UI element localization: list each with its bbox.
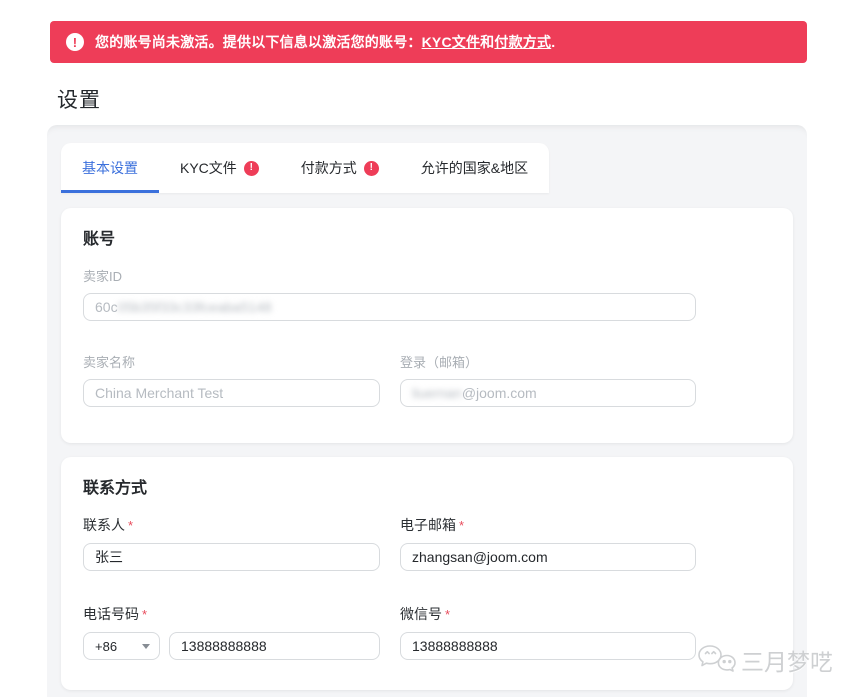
required-mark: * bbox=[445, 607, 451, 622]
tab-kyc-files[interactable]: KYC文件 ! bbox=[159, 143, 280, 193]
label-text: 电话号码 bbox=[83, 606, 139, 622]
contact-heading: 联系方式 bbox=[83, 480, 148, 497]
page-title: 设置 bbox=[57, 89, 101, 112]
payment-method-link[interactable]: 付款方式 bbox=[494, 32, 551, 52]
tab-basic-settings[interactable]: 基本设置 bbox=[61, 143, 159, 193]
tab-label: 允许的国家&地区 bbox=[420, 160, 529, 176]
settings-tab-bar: 基本设置 KYC文件 ! 付款方式 ! 允许的国家&地区 bbox=[61, 143, 550, 193]
alert-exclamation-icon: ! bbox=[66, 33, 84, 51]
settings-panel: 基本设置 KYC文件 ! 付款方式 ! 允许的国家&地区 账号 卖家ID 60c… bbox=[47, 125, 807, 697]
wechat-icon bbox=[698, 645, 736, 672]
required-mark: * bbox=[128, 518, 134, 533]
account-heading: 账号 bbox=[83, 231, 116, 248]
chevron-down-icon bbox=[142, 643, 150, 649]
tab-allowed-countries[interactable]: 允许的国家&地区 bbox=[400, 143, 549, 193]
wechat-id-label: 微信号 * bbox=[400, 604, 696, 624]
seller-name-value: China Merchant Test bbox=[95, 385, 224, 401]
required-mark: * bbox=[459, 518, 465, 533]
label-text: 联系人 bbox=[83, 517, 125, 533]
seller-name-field: China Merchant Test bbox=[83, 379, 380, 407]
required-mark: * bbox=[142, 607, 148, 622]
phone-country-code: +86 bbox=[95, 638, 118, 654]
phone-number-label: 电话号码 * bbox=[83, 604, 380, 624]
contact-person-input[interactable] bbox=[83, 543, 380, 571]
seller-id-field: 60c 05b35f33c33fceaba5148 bbox=[83, 293, 696, 321]
contact-person-label: 联系人 * bbox=[83, 515, 380, 535]
tab-label: 付款方式 bbox=[300, 160, 357, 176]
contact-email-input[interactable] bbox=[400, 543, 696, 571]
seller-id-redacted: 05b35f33c33fceaba5148 bbox=[117, 299, 272, 315]
contact-email-label: 电子邮箱 * bbox=[400, 515, 696, 535]
label-text: 微信号 bbox=[400, 606, 442, 622]
login-email-label: 登录（邮箱） bbox=[400, 355, 479, 370]
tab-label: 基本设置 bbox=[82, 160, 138, 176]
account-not-activated-alert: ! 您的账号尚未激活。提供以下信息以激活您的账号： KYC文件 和 付款方式 . bbox=[50, 21, 807, 63]
tab-payment-method[interactable]: 付款方式 ! bbox=[280, 143, 400, 193]
watermark-text: 三月梦呓 bbox=[741, 649, 833, 675]
alert-badge-icon: ! bbox=[243, 160, 259, 176]
alert-badge-icon: ! bbox=[363, 160, 379, 176]
phone-country-select[interactable]: +86 bbox=[83, 632, 160, 660]
login-email-domain: @joom.com bbox=[461, 385, 537, 401]
seller-id-visible: 60c bbox=[95, 299, 118, 315]
alert-period: . bbox=[551, 34, 556, 50]
login-email-field: liuernan @joom.com bbox=[400, 379, 696, 407]
kyc-files-link[interactable]: KYC文件 bbox=[422, 32, 481, 52]
account-section: 账号 卖家ID 60c 05b35f33c33fceaba5148 卖家名称 Ch… bbox=[61, 208, 793, 443]
alert-conjunction: 和 bbox=[480, 34, 495, 50]
seller-name-label: 卖家名称 bbox=[83, 355, 136, 370]
alert-message: 您的账号尚未激活。提供以下信息以激活您的账号： bbox=[95, 34, 422, 50]
login-email-redacted: liuernan bbox=[412, 385, 462, 401]
wechat-id-input[interactable] bbox=[400, 632, 696, 660]
watermark: 三月梦呓 bbox=[696, 642, 833, 678]
phone-number-input[interactable] bbox=[169, 632, 380, 660]
label-text: 电子邮箱 bbox=[400, 517, 456, 533]
tab-label: KYC文件 bbox=[180, 160, 237, 176]
seller-id-label: 卖家ID bbox=[83, 269, 123, 284]
contact-section: 联系方式 联系人* 电子邮箱* bbox=[61, 457, 793, 690]
